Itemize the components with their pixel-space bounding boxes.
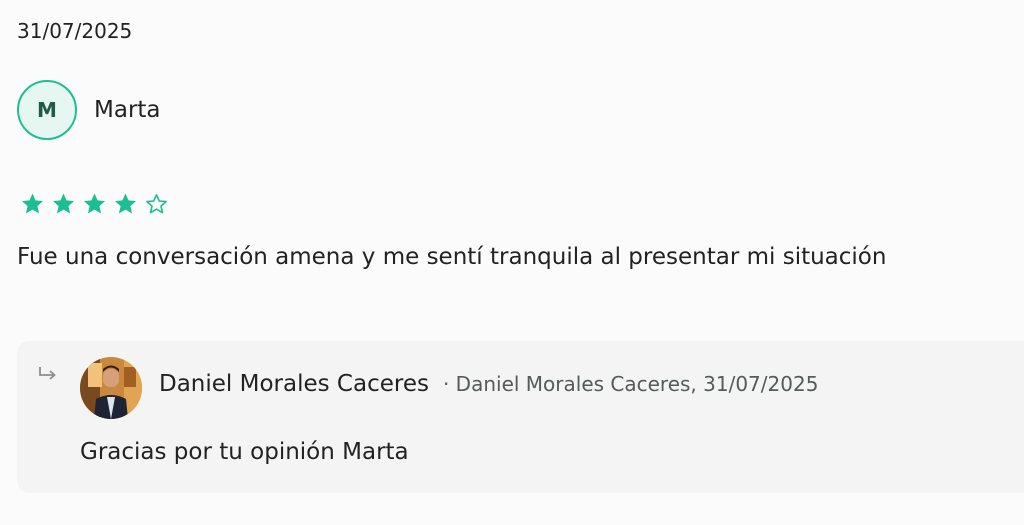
reviewer-avatar: M (17, 80, 77, 140)
reviewer-name: Marta (94, 97, 161, 123)
reply-text: Gracias por tu opinión Marta (80, 439, 409, 465)
reviewer: M Marta (17, 80, 161, 140)
reply-meta: · Daniel Morales Caceres, 31/07/2025 (442, 372, 819, 396)
star-empty-icon (144, 192, 169, 216)
reply-author-name: Daniel Morales Caceres (159, 371, 429, 397)
reply-arrow-icon (38, 365, 58, 385)
review-date: 31/07/2025 (17, 19, 133, 43)
star-filled-icon (113, 192, 138, 216)
reply-author-avatar (80, 357, 142, 419)
star-filled-icon (51, 192, 76, 216)
star-filled-icon (82, 192, 107, 216)
owner-reply: Daniel Morales Caceres · Daniel Morales … (17, 341, 1024, 493)
star-filled-icon (20, 192, 45, 216)
reply-header: Daniel Morales Caceres · Daniel Morales … (159, 371, 818, 397)
review-card: 31/07/2025 M Marta Fue una conversación … (0, 0, 1024, 525)
star-rating (20, 192, 169, 216)
review-text: Fue una conversación amena y me sentí tr… (17, 244, 887, 270)
